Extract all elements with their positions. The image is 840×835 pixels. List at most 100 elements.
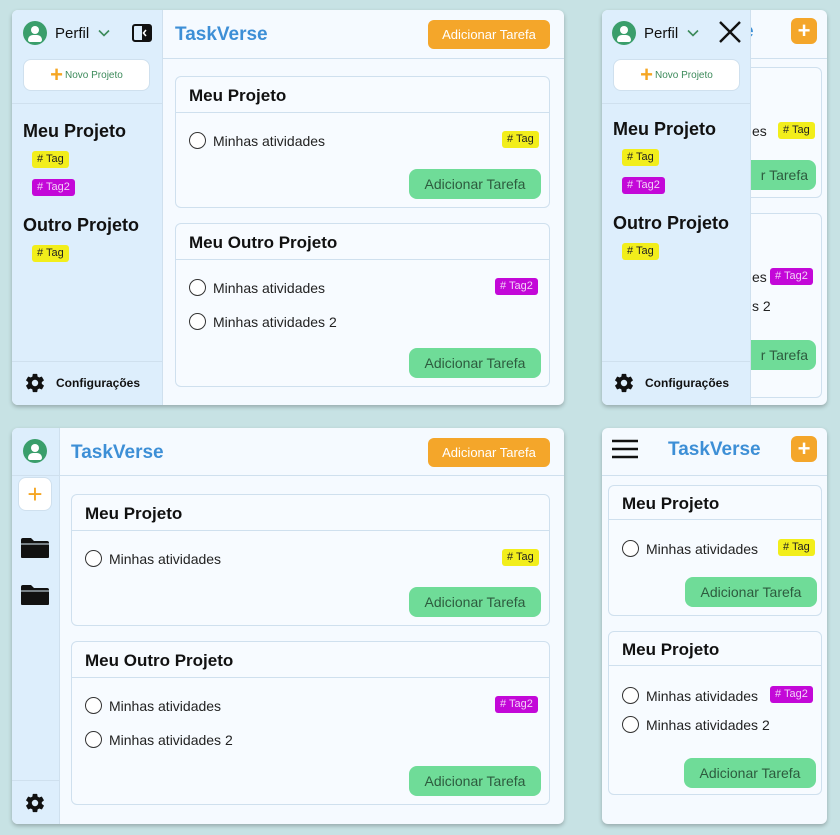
task-checkbox[interactable]	[85, 697, 102, 714]
app-title: TaskVerse	[175, 24, 268, 45]
folder-icon[interactable]	[20, 537, 50, 559]
gear-icon	[615, 373, 633, 393]
profile-label: Perfil	[55, 24, 90, 42]
task-item[interactable]: Minhas atividades 2	[622, 716, 770, 733]
card-title: Meu Outro Projeto	[85, 651, 234, 670]
task-label: Minhas atividades	[646, 540, 759, 557]
task-tag[interactable]: # Tag2	[770, 268, 813, 285]
task-item[interactable]: Minhas atividades	[85, 550, 221, 567]
task-label: Minhas atividades	[213, 279, 326, 296]
task-item[interactable]: Minhas atividades	[622, 540, 758, 557]
task-item[interactable]: Minhas atividades	[622, 687, 758, 704]
sidebar-project-title[interactable]: Outro Projeto	[23, 215, 139, 236]
sidebar-divider	[12, 780, 59, 781]
collapse-sidebar-icon[interactable]	[132, 24, 152, 42]
task-checkbox[interactable]	[189, 132, 206, 149]
new-project-button[interactable]: +	[18, 477, 52, 511]
add-task-header-button[interactable]: Adicionar Tarefa	[428, 438, 550, 467]
card-title: Meu Projeto	[622, 494, 720, 513]
settings-button[interactable]: Configurações	[24, 372, 140, 394]
task-checkbox[interactable]	[85, 731, 102, 748]
task-item[interactable]: Minhas atividades	[189, 132, 325, 149]
new-project-button[interactable]: + Novo Projeto	[23, 59, 150, 91]
profile-menu[interactable]: Perfil	[612, 21, 700, 45]
folder-icon[interactable]	[20, 584, 50, 606]
task-item[interactable]: Minhas atividades 2	[189, 313, 337, 330]
settings-button[interactable]: Configurações	[613, 372, 729, 394]
add-button[interactable]: +	[791, 18, 817, 44]
sidebar-divider	[12, 103, 162, 104]
sidebar-divider	[12, 475, 59, 476]
new-project-label: Novo Projeto	[655, 69, 713, 81]
card-divider	[609, 519, 821, 520]
profile-label: Perfil	[644, 24, 679, 42]
task-checkbox[interactable]	[622, 540, 639, 557]
add-task-button[interactable]: Adicionar Tarefa	[685, 577, 817, 607]
sidebar-project-title[interactable]: Outro Projeto	[613, 213, 729, 234]
project-card: Meu Outro Projeto Minhas atividades # Ta…	[175, 223, 550, 387]
task-tag[interactable]: # Tag	[502, 131, 539, 148]
mobile-window: TaskVerse + Meu Projeto Minhas atividade…	[602, 428, 827, 824]
task-item[interactable]: Minhas atividades	[189, 279, 325, 296]
add-task-button[interactable]: Adicionar Tarefa	[684, 758, 816, 788]
add-button[interactable]: +	[791, 436, 817, 462]
close-icon[interactable]	[718, 20, 742, 44]
card-title: Meu Projeto	[189, 86, 287, 105]
task-tag[interactable]: # Tag	[502, 549, 539, 566]
task-tag[interactable]: # Tag2	[495, 696, 538, 713]
profile-menu[interactable]: Perfil	[23, 21, 111, 45]
add-task-button[interactable]: Adicionar Tarefa	[409, 587, 541, 617]
task-label-peek: es	[752, 269, 767, 285]
sidebar-tag[interactable]: # Tag	[32, 245, 69, 262]
app-title: TaskVerse	[668, 439, 761, 460]
task-checkbox[interactable]	[189, 313, 206, 330]
task-checkbox[interactable]	[85, 550, 102, 567]
header-divider	[59, 475, 564, 476]
task-tag[interactable]: # Tag	[778, 122, 815, 139]
card-divider	[72, 677, 549, 678]
task-label-peek: es	[752, 123, 767, 139]
task-label: Minhas atividades	[646, 687, 759, 704]
task-label-peek: s 2	[752, 298, 771, 314]
add-task-label: r Tarefa	[760, 347, 808, 363]
app-title: TaskVerse	[71, 442, 164, 463]
sidebar-project-title[interactable]: Meu Projeto	[23, 121, 126, 142]
task-checkbox[interactable]	[622, 716, 639, 733]
task-label: Minhas atividades	[109, 550, 222, 567]
project-card: Meu Projeto Minhas atividades # Tag Adic…	[608, 485, 822, 616]
sidebar-project-title[interactable]: Meu Projeto	[613, 119, 716, 140]
new-project-label: Novo Projeto	[65, 69, 123, 81]
add-task-button[interactable]: Adicionar Tarefa	[409, 348, 541, 378]
task-checkbox[interactable]	[189, 279, 206, 296]
task-checkbox[interactable]	[622, 687, 639, 704]
task-tag[interactable]: # Tag2	[495, 278, 538, 295]
add-task-header-button[interactable]: Adicionar Tarefa	[428, 20, 550, 49]
task-label: Minhas atividades 2	[109, 731, 233, 748]
sidebar-border	[162, 10, 163, 405]
new-project-button[interactable]: + Novo Projeto	[613, 59, 740, 91]
chevron-down-icon	[687, 29, 699, 37]
sidebar-tag[interactable]: # Tag2	[32, 179, 75, 196]
sidebar-tag[interactable]: # Tag	[32, 151, 69, 168]
task-item[interactable]: Minhas atividades	[85, 697, 221, 714]
add-task-button[interactable]: Adicionar Tarefa	[409, 766, 541, 796]
card-divider	[176, 259, 549, 260]
task-item[interactable]: Minhas atividades 2	[85, 731, 233, 748]
add-task-button[interactable]: Adicionar Tarefa	[409, 169, 541, 199]
task-tag[interactable]: # Tag	[778, 539, 815, 556]
task-label: Minhas atividades	[109, 697, 222, 714]
avatar-icon	[612, 21, 636, 45]
settings-label: Configurações	[56, 376, 141, 390]
plus-icon: +	[797, 18, 811, 43]
task-tag[interactable]: # Tag2	[770, 686, 813, 703]
header-divider	[162, 58, 564, 59]
plus-icon: +	[50, 62, 64, 87]
avatar-icon[interactable]	[23, 439, 47, 463]
sidebar-tag[interactable]: # Tag	[622, 149, 659, 166]
sidebar-tag[interactable]: # Tag	[622, 243, 659, 260]
header-divider	[602, 475, 827, 476]
sidebar-tag[interactable]: # Tag2	[622, 177, 665, 194]
desktop-expanded-window: Perfil + Novo Projeto Meu Projeto # Tag …	[12, 10, 564, 405]
hamburger-menu-icon[interactable]	[612, 439, 638, 459]
gear-icon[interactable]	[24, 792, 46, 814]
